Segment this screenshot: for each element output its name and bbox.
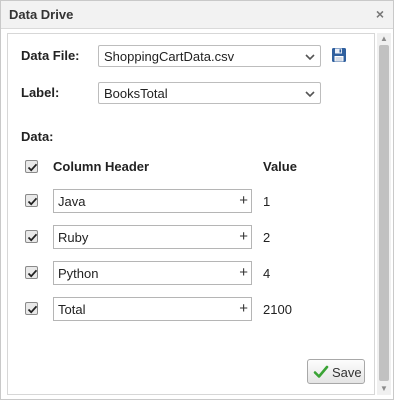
select-all-checkbox[interactable] — [25, 160, 38, 173]
add-icon[interactable]: + — [239, 228, 248, 245]
data-section-label: Data: — [21, 129, 54, 144]
column-header-heading: Column Header — [53, 159, 150, 174]
row-checkbox-python[interactable] — [25, 266, 38, 279]
scroll-thumb[interactable] — [379, 45, 389, 381]
save-button-label: Save — [332, 365, 362, 380]
checkmark-icon — [313, 365, 329, 378]
add-icon[interactable]: + — [239, 192, 248, 209]
dialog-title: Data Drive — [9, 7, 74, 22]
column-header-input-java[interactable]: Java + — [53, 189, 252, 213]
column-header-text: Java — [58, 194, 86, 209]
column-header-input-ruby[interactable]: Ruby + — [53, 225, 252, 249]
row-checkbox-total[interactable] — [25, 302, 38, 315]
column-header-text: Ruby — [58, 230, 89, 245]
save-button[interactable]: Save — [307, 359, 365, 384]
row-value-total: 2100 — [263, 302, 292, 317]
data-file-value: ShoppingCartData.csv — [104, 49, 235, 64]
checkbox-checked-icon — [27, 163, 38, 172]
vertical-scrollbar[interactable]: ▲ ▼ — [377, 33, 391, 395]
row-value-python: 4 — [263, 266, 271, 281]
checkbox-checked-icon — [27, 233, 38, 242]
data-drive-dialog: Data Drive × ▲ ▼ Data File: ShoppingCart… — [0, 0, 394, 400]
column-header-input-total[interactable]: Total + — [53, 297, 252, 321]
floppy-disk-icon[interactable] — [331, 47, 347, 63]
row-checkbox-ruby[interactable] — [25, 230, 38, 243]
chevron-down-icon — [305, 54, 315, 61]
data-file-select[interactable]: ShoppingCartData.csv — [98, 45, 321, 67]
label-value: BooksTotal — [104, 86, 168, 101]
scroll-down-arrow-icon[interactable]: ▼ — [377, 383, 391, 395]
column-header-input-python[interactable]: Python + — [53, 261, 252, 285]
column-header-text: Total — [58, 302, 86, 317]
label-field-label: Label: — [21, 85, 60, 100]
row-value-java: 1 — [263, 194, 271, 209]
row-value-ruby: 2 — [263, 230, 271, 245]
add-icon[interactable]: + — [239, 300, 248, 317]
chevron-down-icon — [305, 91, 315, 98]
checkbox-checked-icon — [27, 269, 38, 278]
row-checkbox-java[interactable] — [25, 194, 38, 207]
checkbox-checked-icon — [27, 197, 38, 206]
column-header-text: Python — [58, 266, 99, 281]
scroll-up-arrow-icon[interactable]: ▲ — [377, 33, 391, 45]
checkbox-checked-icon — [27, 305, 38, 314]
label-select[interactable]: BooksTotal — [98, 82, 321, 104]
dialog-titlebar: Data Drive × — [1, 1, 393, 29]
add-icon[interactable]: + — [239, 264, 248, 281]
value-heading: Value — [263, 159, 297, 174]
close-icon[interactable]: × — [373, 6, 387, 22]
data-file-label: Data File: — [21, 48, 80, 63]
